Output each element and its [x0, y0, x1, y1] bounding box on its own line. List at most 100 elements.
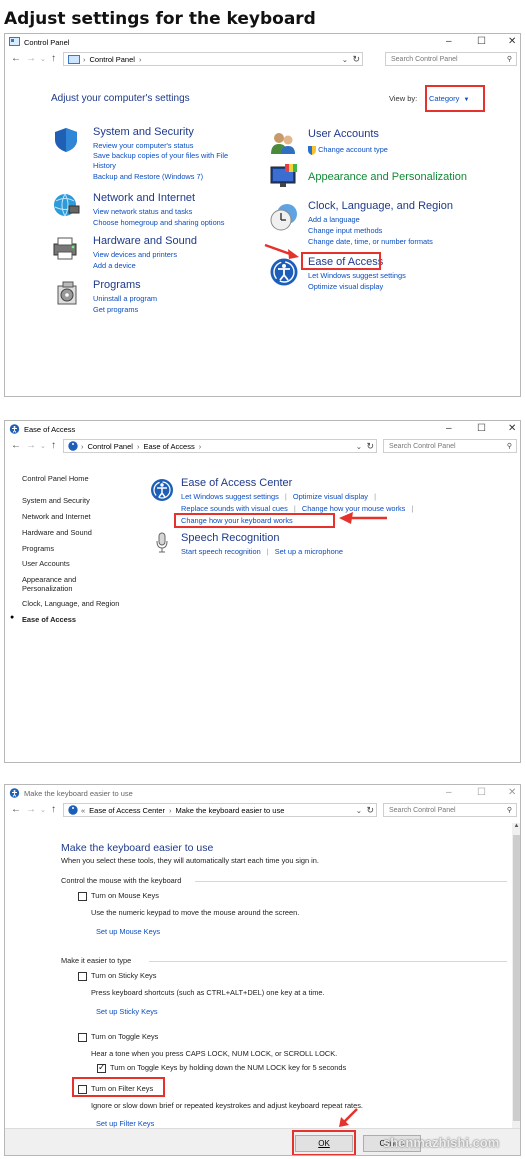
- ease-of-access-icon: [151, 479, 173, 501]
- center-link[interactable]: Replace sounds with visual cues: [181, 504, 288, 513]
- category-title[interactable]: Hardware and Sound: [93, 235, 197, 247]
- search-input[interactable]: Search Control Panel ⚲: [385, 52, 517, 66]
- close-button[interactable]: ✕: [508, 36, 516, 47]
- category-link[interactable]: Let Windows suggest settings: [308, 270, 406, 281]
- address-dropdown-icon[interactable]: ⌄: [356, 806, 362, 815]
- category-link[interactable]: Save backup copies of your files with Fi…: [93, 151, 228, 161]
- nav-item[interactable]: Programs: [22, 544, 54, 553]
- checkbox[interactable]: [78, 971, 87, 981]
- category-link[interactable]: Uninstall a program: [93, 293, 157, 304]
- up-button[interactable]: ↑: [51, 440, 56, 451]
- category-links: Let Windows suggest settings Optimize vi…: [308, 270, 406, 292]
- address-bar[interactable]: « Ease of Access Center › Make the keybo…: [63, 803, 377, 817]
- category-link[interactable]: Change account type: [308, 144, 388, 155]
- category-title[interactable]: Appearance and Personalization: [308, 171, 467, 183]
- close-button[interactable]: ✕: [508, 787, 516, 798]
- breadcrumb-item[interactable]: Ease of Access Center: [89, 806, 165, 815]
- maximize-button[interactable]: ☐: [477, 36, 486, 47]
- breadcrumb-control-panel[interactable]: Control Panel: [90, 55, 135, 64]
- category-link[interactable]: Optimize visual display: [308, 281, 406, 292]
- category-link[interactable]: History: [93, 161, 228, 171]
- category-link[interactable]: Change input methods: [308, 225, 433, 236]
- nav-item[interactable]: Clock, Language, and Region: [22, 599, 119, 608]
- refresh-icon[interactable]: ↻: [366, 441, 374, 452]
- category-link[interactable]: Get programs: [93, 304, 157, 315]
- checkbox[interactable]: [78, 1032, 87, 1042]
- scroll-thumb[interactable]: [513, 835, 520, 1121]
- maximize-button[interactable]: ☐: [477, 423, 486, 434]
- category-link[interactable]: Review your computer's status: [93, 140, 228, 151]
- up-button[interactable]: ↑: [51, 804, 56, 815]
- center-link[interactable]: Let Windows suggest settings: [181, 492, 279, 501]
- shield-icon: [55, 128, 77, 152]
- mouse-keys-checkbox[interactable]: Turn on Mouse Keys: [78, 891, 159, 901]
- category-link[interactable]: Add a device: [93, 260, 177, 271]
- back-button[interactable]: ←: [11, 440, 21, 451]
- nav-item[interactable]: Personalization: [22, 584, 73, 593]
- breadcrumb-item[interactable]: Ease of Access: [143, 442, 194, 451]
- category-link[interactable]: Change date, time, or number formats: [308, 236, 433, 247]
- refresh-icon[interactable]: ↻: [352, 54, 360, 65]
- minimize-button[interactable]: –: [446, 423, 452, 434]
- sticky-keys-checkbox[interactable]: Turn on Sticky Keys: [78, 971, 156, 981]
- nav-item[interactable]: System and Security: [22, 496, 90, 505]
- recent-dropdown-icon[interactable]: ⌄: [40, 55, 46, 63]
- toggle-keys-numlock-checkbox[interactable]: Turn on Toggle Keys by holding down the …: [97, 1062, 346, 1073]
- close-button[interactable]: ✕: [508, 423, 516, 434]
- category-link[interactable]: Choose homegroup and sharing options: [93, 217, 224, 228]
- back-button[interactable]: ←: [11, 804, 21, 815]
- control-panel-icon: [9, 37, 20, 46]
- nav-item[interactable]: Hardware and Sound: [22, 528, 92, 537]
- breadcrumb-overflow-icon[interactable]: «: [81, 806, 85, 815]
- back-button[interactable]: ←: [11, 53, 21, 64]
- address-dropdown-icon[interactable]: ⌄: [342, 55, 348, 64]
- printer-icon: [53, 237, 77, 260]
- checkbox[interactable]: [78, 891, 87, 901]
- refresh-icon[interactable]: ↻: [366, 805, 374, 816]
- nav-current-bullet: ●: [10, 614, 15, 621]
- category-title[interactable]: System and Security: [93, 126, 194, 138]
- speech-link[interactable]: Start speech recognition: [181, 547, 261, 556]
- setup-sticky-keys-link[interactable]: Set up Sticky Keys: [96, 1006, 158, 1017]
- checkbox-checked[interactable]: [97, 1062, 106, 1073]
- address-bar[interactable]: › Control Panel › Ease of Access › ⌄ ↻: [63, 439, 377, 453]
- center-title[interactable]: Ease of Access Center: [181, 477, 292, 489]
- category-link[interactable]: View devices and printers: [93, 249, 177, 260]
- minimize-button[interactable]: –: [446, 36, 452, 47]
- scroll-up-icon[interactable]: ▲: [512, 823, 520, 829]
- search-input[interactable]: Search Control Panel ⚲: [383, 803, 517, 817]
- category-link[interactable]: View network status and tasks: [93, 206, 224, 217]
- link-divider: |: [374, 492, 376, 501]
- category-title[interactable]: Programs: [93, 279, 141, 291]
- search-placeholder: Search Control Panel: [391, 55, 458, 63]
- nav-item-current[interactable]: Ease of Access: [22, 615, 76, 624]
- forward-button[interactable]: →: [26, 53, 36, 64]
- category-title[interactable]: Network and Internet: [93, 192, 195, 204]
- category-title[interactable]: User Accounts: [308, 128, 379, 140]
- nav-item[interactable]: User Accounts: [22, 559, 70, 568]
- setup-mouse-keys-link[interactable]: Set up Mouse Keys: [96, 926, 160, 937]
- address-bar[interactable]: › Control Panel › ⌄ ↻: [63, 52, 363, 66]
- minimize-button[interactable]: –: [446, 787, 452, 798]
- forward-button[interactable]: →: [26, 804, 36, 815]
- scrollbar[interactable]: ▲: [512, 823, 520, 1128]
- recent-dropdown-icon[interactable]: ⌄: [40, 442, 46, 450]
- category-link[interactable]: Backup and Restore (Windows 7): [93, 171, 228, 182]
- toggle-keys-checkbox[interactable]: Turn on Toggle Keys: [78, 1032, 158, 1042]
- address-dropdown-icon[interactable]: ⌄: [356, 442, 362, 451]
- nav-item[interactable]: Appearance and: [22, 575, 76, 584]
- center-link[interactable]: Optimize visual display: [293, 492, 368, 501]
- search-input[interactable]: Search Control Panel ⚲: [383, 439, 517, 453]
- recent-dropdown-icon[interactable]: ⌄: [40, 806, 46, 814]
- breadcrumb-item[interactable]: Control Panel: [88, 442, 133, 451]
- speech-link[interactable]: Set up a microphone: [275, 547, 343, 556]
- forward-button[interactable]: →: [26, 440, 36, 451]
- nav-item[interactable]: Network and Internet: [22, 512, 91, 521]
- nav-item[interactable]: Control Panel Home: [22, 474, 89, 483]
- maximize-button[interactable]: ☐: [477, 787, 486, 798]
- speech-title[interactable]: Speech Recognition: [181, 532, 279, 544]
- breadcrumb-item[interactable]: Make the keyboard easier to use: [176, 806, 285, 815]
- category-title[interactable]: Clock, Language, and Region: [308, 200, 453, 212]
- category-link[interactable]: Add a language: [308, 214, 433, 225]
- up-button[interactable]: ↑: [51, 53, 56, 64]
